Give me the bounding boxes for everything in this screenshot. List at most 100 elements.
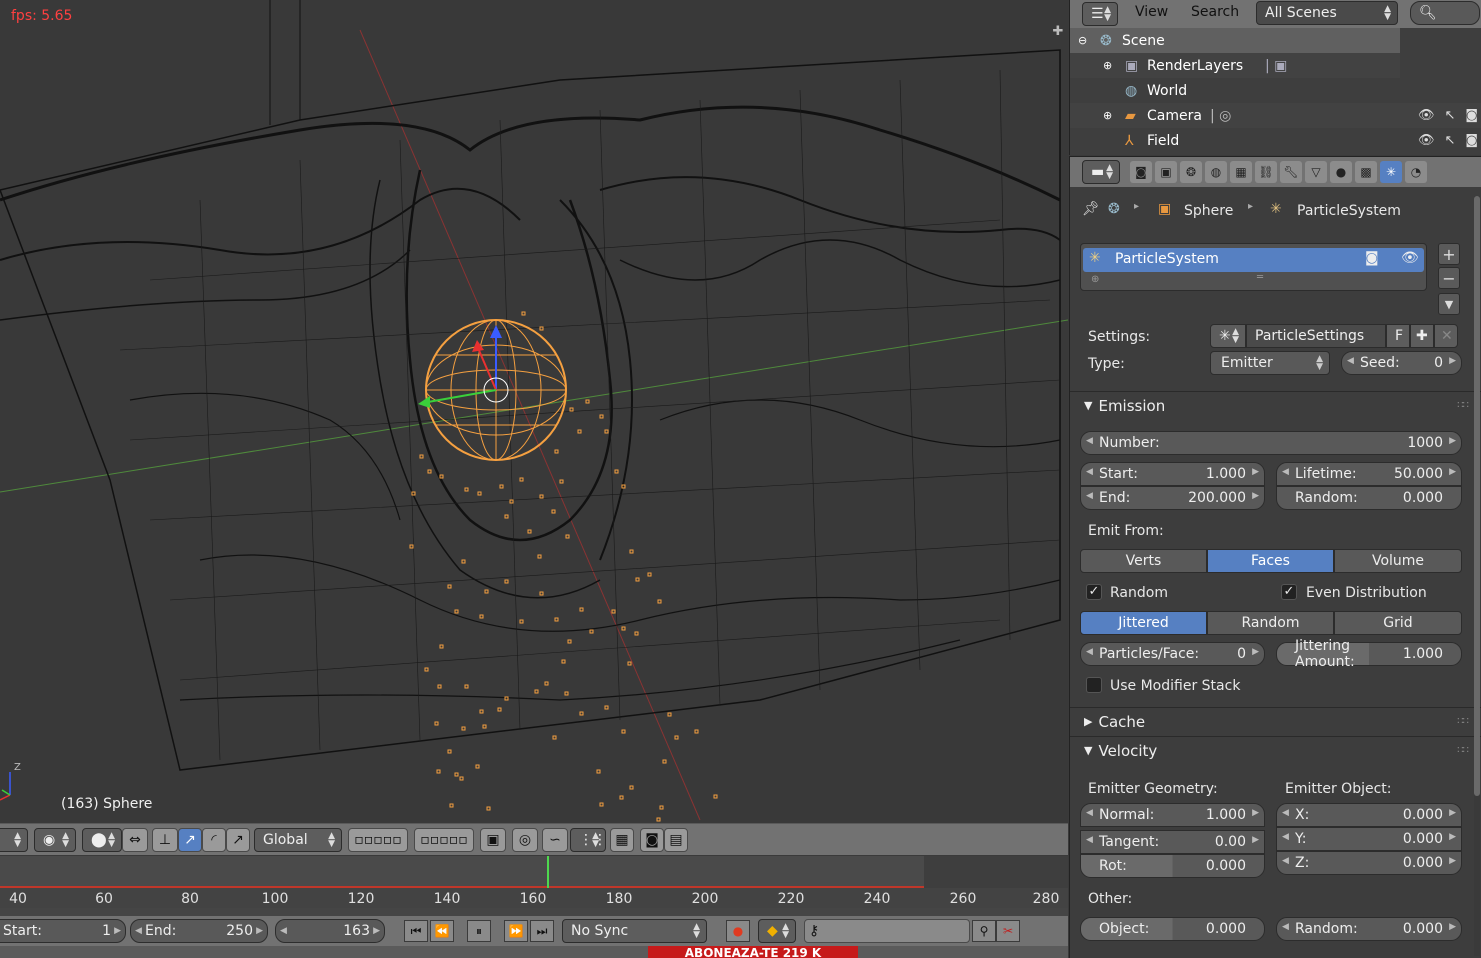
arrow-left-icon[interactable]: ◀ xyxy=(1086,491,1093,501)
lifetime-field[interactable]: ◀ Lifetime: 50.000 ▶ xyxy=(1276,462,1462,486)
move-manipulator-icon[interactable]: ↗ xyxy=(178,828,202,852)
unlink-settings-icon[interactable]: ✕ xyxy=(1434,324,1458,348)
arrow-left-icon[interactable]: ◀ xyxy=(1282,808,1289,818)
arrow-left-icon[interactable]: ◀ xyxy=(1086,808,1093,818)
end-frame-field[interactable]: ◀ End: 250 ▶ xyxy=(130,919,268,943)
jittering-amount-field[interactable]: Jittering Amount: 1.000 xyxy=(1276,638,1462,670)
tangent-field[interactable]: ◀ Tangent: 0.00 ▶ xyxy=(1080,830,1265,854)
arrow-right-icon[interactable]: ▶ xyxy=(1449,356,1456,366)
tab-modifiers-icon[interactable]: 🔧︎ xyxy=(1280,161,1302,183)
visibility-eye-icon[interactable]: 👁︎ xyxy=(1401,250,1419,266)
translate-manipulator-icon[interactable]: ⊥ xyxy=(152,828,178,852)
manipulator-toggle-icon[interactable]: ⇔ xyxy=(122,828,148,852)
render-camera-icon[interactable]: ◙ xyxy=(1465,108,1478,123)
arrow-right-icon[interactable]: ▶ xyxy=(1449,436,1456,446)
emit-from-verts[interactable]: Verts xyxy=(1080,549,1207,573)
display-mode-select[interactable]: All Scenes ▲ ▼ xyxy=(1256,1,1398,25)
arrow-right-icon[interactable]: ▶ xyxy=(256,926,263,936)
arrow-right-icon[interactable]: ▶ xyxy=(1252,467,1259,477)
arrow-right-icon[interactable]: ▶ xyxy=(1449,922,1456,932)
start-frame-field[interactable]: Start: 1 ▶ xyxy=(0,919,126,943)
tab-scene-icon[interactable]: ❂ xyxy=(1180,161,1202,183)
render-animation-icon[interactable]: ▤ xyxy=(664,828,688,852)
current-frame-field[interactable]: ◀ 163 ▶ xyxy=(275,919,385,943)
arrow-left-icon[interactable]: ◀ xyxy=(1086,467,1093,477)
tangent-rotation-field[interactable]: Rot: 0.000 xyxy=(1080,854,1265,878)
expand-icon[interactable]: ⊕ xyxy=(1103,59,1112,72)
particles-per-face-field[interactable]: ◀ Particles/Face: 0 ▶ xyxy=(1080,642,1265,666)
list-item-selected[interactable]: ✳ ParticleSystem ◙ 👁︎ xyxy=(1083,248,1424,272)
remove-slot-icon[interactable]: − xyxy=(1438,267,1460,289)
scrollbar-thumb[interactable] xyxy=(1474,196,1480,796)
object-velocity-y-field[interactable]: ◀ Y: 0.000 ▶ xyxy=(1276,827,1462,851)
orientation-select[interactable]: Global ▲ ▼ xyxy=(254,828,342,852)
arrow-right-icon[interactable]: ▶ xyxy=(1449,467,1456,477)
scale-manipulator-icon[interactable]: ↗ xyxy=(226,828,250,852)
pin-icon[interactable]: 📌︎ xyxy=(1082,201,1100,217)
area-corner-plus-icon[interactable]: ✚ xyxy=(1050,24,1066,40)
arrow-left-icon[interactable]: ◀ xyxy=(135,926,142,936)
arrow-left-icon[interactable]: ◀ xyxy=(1282,856,1289,866)
emit-from-faces[interactable]: Faces xyxy=(1207,549,1334,573)
tab-renderlayers-icon[interactable]: ▣ xyxy=(1155,161,1177,183)
tab-data-icon[interactable]: ▽ xyxy=(1305,161,1327,183)
current-frame-cursor[interactable] xyxy=(547,856,549,890)
object-align-field[interactable]: Object: 0.000 xyxy=(1080,917,1265,941)
emit-from-volume[interactable]: Volume xyxy=(1334,549,1462,573)
expand-icon[interactable]: ⊕ xyxy=(1103,109,1112,122)
arrow-left-icon[interactable]: ◀ xyxy=(1282,467,1289,477)
settings-name-field[interactable]: ParticleSettings xyxy=(1246,324,1386,348)
select-cursor-icon[interactable]: ↖ xyxy=(1444,108,1455,123)
arrow-left-icon[interactable]: ◀ xyxy=(1086,647,1093,657)
menu-view[interactable]: View xyxy=(1135,4,1168,20)
arrow-right-icon[interactable]: ▶ xyxy=(1252,808,1259,818)
visibility-eye-icon[interactable]: 👁︎ xyxy=(1418,133,1435,148)
add-slot-icon[interactable]: + xyxy=(1438,243,1460,265)
arrow-right-icon[interactable]: ▶ xyxy=(1252,835,1259,845)
arrow-left-icon[interactable]: ◀ xyxy=(1282,922,1289,932)
editor-type-select[interactable]: ☰ ▲ ▼ xyxy=(1082,2,1118,26)
timeline-area[interactable]: 40 60 80 100 120 140 160 180 200 220 240… xyxy=(0,856,1068,916)
properties-scrollbar[interactable] xyxy=(1474,196,1480,956)
insert-keyframe-icon[interactable]: ⚲ xyxy=(972,920,996,942)
particle-system-list[interactable]: ✳ ParticleSystem ◙ 👁︎ ⊕ ═ xyxy=(1080,243,1427,291)
jump-start-icon[interactable]: ⏮ xyxy=(404,920,428,942)
rotate-manipulator-icon[interactable]: ◜ xyxy=(202,828,226,852)
jump-keyframe-back-icon[interactable]: ⏪ xyxy=(430,920,454,942)
arrow-left-icon[interactable]: ◀ xyxy=(1086,436,1093,446)
arrow-right-icon[interactable]: ▶ xyxy=(1449,832,1456,842)
sync-select[interactable]: No Sync ▲ ▼ xyxy=(562,919,707,943)
arrow-right-icon[interactable]: ▶ xyxy=(1252,647,1259,657)
proportional-edit-icon[interactable]: ◎ xyxy=(512,828,538,852)
terrain-mesh[interactable] xyxy=(0,0,1061,771)
object-velocity-z-field[interactable]: ◀ Z: 0.000 ▶ xyxy=(1276,851,1462,875)
settings-browse-select[interactable]: ✳ ▲ ▼ xyxy=(1210,324,1246,348)
tab-world-icon[interactable]: ◍ xyxy=(1205,161,1227,183)
tab-texture-icon[interactable]: ▩ xyxy=(1355,161,1377,183)
panel-grip-icon[interactable]: ∷∷ xyxy=(1457,745,1469,756)
layer-lock-icon[interactable]: ▣ xyxy=(480,828,506,852)
normal-field[interactable]: ◀ Normal: 1.000 ▶ xyxy=(1080,803,1265,827)
pause-icon[interactable]: ⏸ xyxy=(467,920,491,942)
fake-user-button[interactable]: F xyxy=(1386,324,1410,348)
snap-element-select[interactable]: ⋮⋮ ▲ ▼ xyxy=(570,828,607,852)
end-field[interactable]: ◀ End: 200.000 ▶ xyxy=(1080,486,1265,510)
tab-particles-icon[interactable]: ✳ xyxy=(1380,161,1402,183)
emission-panel-header[interactable]: ▼ Emission ∷∷ xyxy=(1070,391,1481,419)
transform-manipulator[interactable] xyxy=(418,325,509,408)
outliner-search-field[interactable]: 🔍︎ xyxy=(1410,1,1480,25)
arrow-left-icon[interactable]: ◀ xyxy=(280,926,287,936)
jump-keyframe-forward-icon[interactable]: ⏩ xyxy=(504,920,528,942)
arrow-right-icon[interactable]: ▶ xyxy=(373,926,380,936)
outliner-row-field[interactable]: ⅄ Field 👁︎ ↖ ◙ xyxy=(1070,128,1481,153)
new-settings-icon[interactable]: ✚ xyxy=(1410,324,1434,348)
tab-constraints-icon[interactable]: ⛓ xyxy=(1255,161,1277,183)
number-field[interactable]: ◀ Number: 1000 ▶ xyxy=(1080,431,1462,455)
object-velocity-x-field[interactable]: ◀ X: 0.000 ▶ xyxy=(1276,803,1462,827)
arrow-left-icon[interactable]: ◀ xyxy=(1282,832,1289,842)
arrow-right-icon[interactable]: ▶ xyxy=(1449,808,1456,818)
keying-set-field[interactable]: ⚷ xyxy=(804,919,970,943)
start-field[interactable]: ◀ Start: 1.000 ▶ xyxy=(1080,462,1265,486)
menu-search[interactable]: Search xyxy=(1191,4,1239,20)
lifetime-random-field[interactable]: Random: 0.000 xyxy=(1276,486,1462,510)
